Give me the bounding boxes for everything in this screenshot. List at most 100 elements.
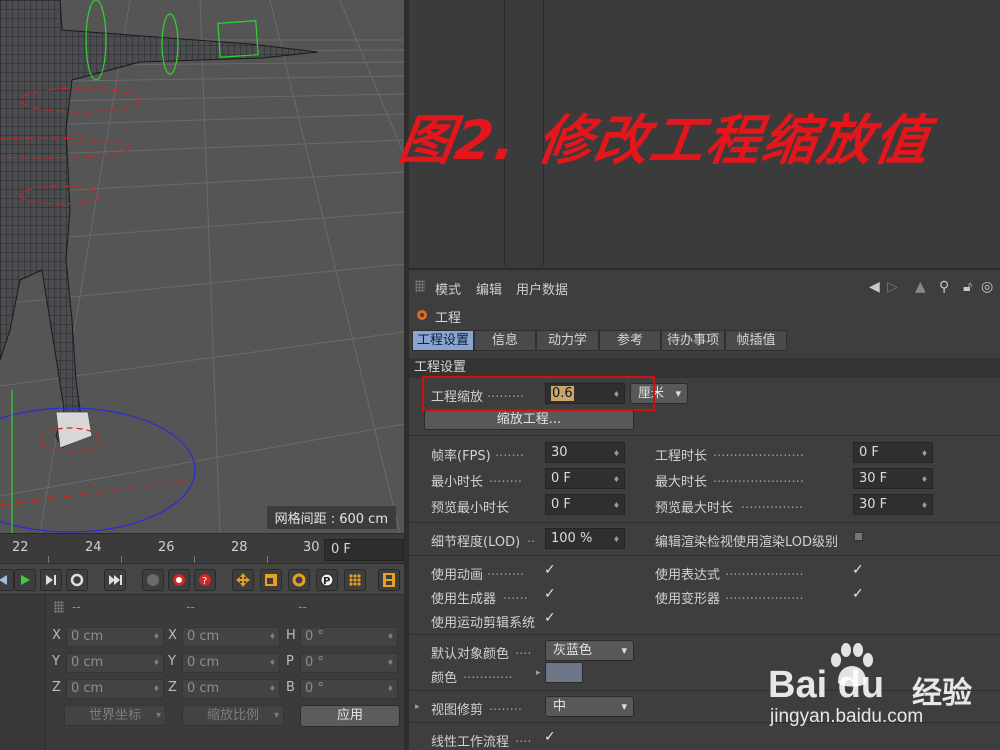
render-lod-checkbox[interactable]: [854, 532, 863, 541]
goto-end-button[interactable]: [104, 569, 126, 591]
film-button[interactable]: [378, 569, 400, 591]
tab-todo[interactable]: 待办事项: [661, 330, 725, 351]
lock-icon[interactable]: 🔓︎: [963, 279, 972, 295]
help-icon: ?: [199, 574, 211, 587]
size-y-field[interactable]: 0 cm: [182, 653, 280, 673]
key-record-button[interactable]: [142, 569, 164, 591]
label-dots: ...................: [725, 588, 804, 603]
rotate-key-button[interactable]: [288, 569, 310, 591]
tab-project-settings[interactable]: 工程设置: [412, 330, 474, 351]
scale-key-button[interactable]: [260, 569, 282, 591]
3d-viewport[interactable]: 网格间距 : 600 cm: [0, 0, 404, 533]
play-forward-button[interactable]: [14, 569, 36, 591]
label-dots: ......................: [713, 445, 804, 460]
forward-arrow-icon[interactable]: ▷: [887, 279, 898, 295]
size-z-field[interactable]: 0 cm: [182, 679, 280, 699]
coord-system-dropdown[interactable]: 世界坐标: [64, 705, 166, 726]
point-level-button[interactable]: [344, 569, 366, 591]
auto-key-button[interactable]: [168, 569, 190, 591]
loop-button[interactable]: [66, 569, 88, 591]
axis-label: Y: [168, 654, 176, 669]
project-duration-field[interactable]: 0 F: [853, 442, 933, 463]
lod-field[interactable]: 100 %: [545, 528, 625, 549]
tick-label: 22: [12, 540, 29, 555]
scale-mode-dropdown[interactable]: 缩放比例: [182, 705, 284, 726]
play-backward-button[interactable]: [0, 569, 14, 591]
fps-field[interactable]: 30: [545, 442, 625, 463]
tab-dynamics[interactable]: 动力学: [536, 330, 599, 351]
grip-icon: [54, 601, 64, 613]
preview-min-field[interactable]: 0 F: [545, 494, 625, 515]
use-expressions-checkbox[interactable]: ✓: [852, 562, 864, 578]
current-frame-field[interactable]: 0 F: [324, 539, 404, 561]
key-help-button[interactable]: ?: [194, 569, 216, 591]
axis-label: Z: [168, 680, 177, 695]
record-icon: [173, 574, 185, 586]
tick-mark: [48, 556, 49, 563]
label-dots: ........: [489, 699, 523, 714]
divider: [409, 522, 1000, 523]
apply-button[interactable]: 应用: [300, 705, 400, 727]
param-key-button[interactable]: P: [316, 569, 338, 591]
character-mesh: [0, 0, 319, 449]
default-color-label: 默认对象颜色: [431, 647, 510, 662]
coords-left-strip: [0, 595, 46, 750]
play-backward-icon: [0, 575, 7, 585]
menu-edit[interactable]: 编辑: [476, 279, 502, 298]
scale-icon: [265, 574, 277, 586]
label-dots: ........: [489, 471, 523, 486]
next-frame-button[interactable]: [40, 569, 62, 591]
tick-label: 24: [85, 540, 102, 555]
project-gear-icon: [417, 310, 427, 320]
menu-mode[interactable]: 模式: [435, 279, 461, 298]
label-dots: ...............: [741, 497, 803, 512]
label-dots: ............: [463, 667, 513, 682]
divider: [409, 435, 1000, 436]
max-time-label: 最大时长: [655, 475, 708, 490]
rotation-h-field[interactable]: 0 °: [300, 627, 398, 647]
timeline-ruler[interactable]: 22 24 26 28 30 0 F: [0, 533, 404, 563]
linear-workflow-checkbox[interactable]: ✓: [544, 729, 556, 745]
rotation-b-field[interactable]: 0 °: [300, 679, 398, 699]
view-clip-expand-icon[interactable]: ▸: [415, 702, 420, 712]
view-clipping-dropdown[interactable]: 中: [545, 696, 634, 717]
annotation-caption: 图2. 修改工程缩放值: [394, 109, 935, 172]
rotation-p-field[interactable]: 0 °: [300, 653, 398, 673]
tab-frame-interpolation[interactable]: 帧插值: [725, 330, 787, 351]
axis-label: H: [286, 628, 296, 643]
size-x-field[interactable]: 0 cm: [182, 627, 280, 647]
min-time-field[interactable]: 0 F: [545, 468, 625, 489]
watermark-url: jingyan.baidu.com: [770, 706, 924, 727]
object-title: 工程: [435, 311, 462, 326]
default-color-dropdown[interactable]: 灰蓝色: [545, 640, 634, 661]
use-deformers-checkbox[interactable]: ✓: [852, 586, 864, 602]
preview-max-field[interactable]: 30 F: [853, 494, 933, 515]
position-z-field[interactable]: 0 cm: [66, 679, 164, 699]
axis-label: B: [286, 680, 295, 695]
position-x-field[interactable]: 0 cm: [66, 627, 164, 647]
position-y-field[interactable]: 0 cm: [66, 653, 164, 673]
max-time-field[interactable]: 30 F: [853, 468, 933, 489]
target-icon[interactable]: ◎: [981, 279, 993, 295]
param-icon: P: [320, 573, 334, 587]
label-dots: .......: [495, 445, 524, 460]
tab-reference[interactable]: 参考: [599, 330, 661, 351]
up-arrow-icon[interactable]: ▲: [915, 279, 926, 295]
back-arrow-icon[interactable]: ◀: [869, 279, 880, 295]
color-expand-icon[interactable]: ▸: [536, 668, 541, 678]
move-key-button[interactable]: [232, 569, 254, 591]
size-column-head: --: [186, 600, 195, 614]
preview-max-label: 预览最大时长: [655, 501, 734, 516]
search-icon[interactable]: ⚲: [939, 279, 949, 295]
scale-project-button[interactable]: 缩放工程...: [424, 410, 634, 430]
use-generators-checkbox[interactable]: ✓: [544, 586, 556, 602]
use-motion-system-checkbox[interactable]: ✓: [544, 610, 556, 626]
svg-text:?: ?: [202, 576, 207, 587]
tab-info[interactable]: 信息: [474, 330, 536, 351]
color-swatch[interactable]: [545, 662, 583, 683]
viewport-scene: [0, 0, 404, 533]
menu-user-data[interactable]: 用户数据: [516, 279, 568, 298]
use-animation-checkbox[interactable]: ✓: [544, 562, 556, 578]
label-dots: ..: [527, 531, 536, 546]
move-icon: [236, 573, 250, 587]
